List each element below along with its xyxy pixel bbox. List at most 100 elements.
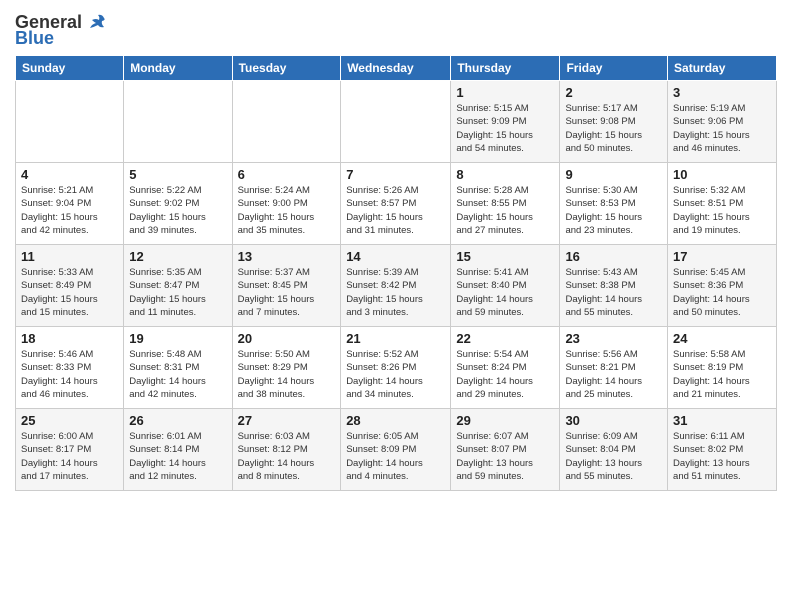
day-cell-6: 6 Sunrise: 5:24 AMSunset: 9:00 PMDaylight… bbox=[232, 163, 341, 245]
day-cell-18: 18 Sunrise: 5:46 AMSunset: 8:33 PMDayligh… bbox=[16, 327, 124, 409]
day-info: Sunrise: 5:37 AMSunset: 8:45 PMDaylight:… bbox=[238, 266, 336, 319]
day-info: Sunrise: 5:21 AMSunset: 9:04 PMDaylight:… bbox=[21, 184, 118, 237]
day-number: 24 bbox=[673, 331, 771, 346]
empty-cell bbox=[232, 81, 341, 163]
day-cell-4: 4 Sunrise: 5:21 AMSunset: 9:04 PMDaylight… bbox=[16, 163, 124, 245]
day-cell-25: 25Sunrise: 6:00 AMSunset: 8:17 PMDayligh… bbox=[16, 409, 124, 491]
weekday-header-saturday: Saturday bbox=[668, 56, 777, 81]
weekday-header-sunday: Sunday bbox=[16, 56, 124, 81]
weekday-header-friday: Friday bbox=[560, 56, 668, 81]
day-number: 3 bbox=[673, 85, 771, 100]
day-cell-8: 8 Sunrise: 5:28 AMSunset: 8:55 PMDaylight… bbox=[451, 163, 560, 245]
day-cell-16: 16Sunrise: 5:43 AMSunset: 8:38 PMDayligh… bbox=[560, 245, 668, 327]
day-info: Sunrise: 5:26 AMSunset: 8:57 PMDaylight:… bbox=[346, 184, 445, 237]
day-info: Sunrise: 5:35 AMSunset: 8:47 PMDaylight:… bbox=[129, 266, 226, 319]
weekday-header-row: SundayMondayTuesdayWednesdayThursdayFrid… bbox=[16, 56, 777, 81]
day-info: Sunrise: 5:45 AMSunset: 8:36 PMDaylight:… bbox=[673, 266, 771, 319]
day-number: 1 bbox=[456, 85, 554, 100]
day-number: 22 bbox=[456, 331, 554, 346]
day-number: 29 bbox=[456, 413, 554, 428]
day-info: Sunrise: 5:54 AMSunset: 8:24 PMDaylight:… bbox=[456, 348, 554, 401]
week-row-4: 18 Sunrise: 5:46 AMSunset: 8:33 PMDayligh… bbox=[16, 327, 777, 409]
day-number: 15 bbox=[456, 249, 554, 264]
day-number: 20 bbox=[238, 331, 336, 346]
day-info: Sunrise: 5:15 AMSunset: 9:09 PMDaylight:… bbox=[456, 102, 554, 155]
day-cell-28: 28Sunrise: 6:05 AMSunset: 8:09 PMDayligh… bbox=[341, 409, 451, 491]
day-number: 17 bbox=[673, 249, 771, 264]
day-cell-22: 22 Sunrise: 5:54 AMSunset: 8:24 PMDayligh… bbox=[451, 327, 560, 409]
day-info: Sunrise: 5:56 AMSunset: 8:21 PMDaylight:… bbox=[565, 348, 662, 401]
day-cell-19: 19 Sunrise: 5:48 AMSunset: 8:31 PMDayligh… bbox=[124, 327, 232, 409]
day-number: 2 bbox=[565, 85, 662, 100]
day-number: 13 bbox=[238, 249, 336, 264]
day-cell-30: 30 Sunrise: 6:09 AMSunset: 8:04 PMDayligh… bbox=[560, 409, 668, 491]
day-number: 26 bbox=[129, 413, 226, 428]
day-cell-13: 13 Sunrise: 5:37 AMSunset: 8:45 PMDayligh… bbox=[232, 245, 341, 327]
day-cell-31: 31 Sunrise: 6:11 AMSunset: 8:02 PMDayligh… bbox=[668, 409, 777, 491]
day-info: Sunrise: 5:46 AMSunset: 8:33 PMDaylight:… bbox=[21, 348, 118, 401]
day-info: Sunrise: 6:03 AMSunset: 8:12 PMDaylight:… bbox=[238, 430, 336, 483]
day-number: 31 bbox=[673, 413, 771, 428]
day-cell-29: 29 Sunrise: 6:07 AMSunset: 8:07 PMDayligh… bbox=[451, 409, 560, 491]
empty-cell bbox=[16, 81, 124, 163]
day-cell-1: 1 Sunrise: 5:15 AMSunset: 9:09 PMDaylight… bbox=[451, 81, 560, 163]
day-info: Sunrise: 5:28 AMSunset: 8:55 PMDaylight:… bbox=[456, 184, 554, 237]
day-number: 8 bbox=[456, 167, 554, 182]
day-cell-14: 14Sunrise: 5:39 AMSunset: 8:42 PMDayligh… bbox=[341, 245, 451, 327]
logo-bird-icon bbox=[84, 10, 108, 34]
week-row-2: 4 Sunrise: 5:21 AMSunset: 9:04 PMDaylight… bbox=[16, 163, 777, 245]
day-number: 16 bbox=[565, 249, 662, 264]
day-info: Sunrise: 5:48 AMSunset: 8:31 PMDaylight:… bbox=[129, 348, 226, 401]
day-info: Sunrise: 5:22 AMSunset: 9:02 PMDaylight:… bbox=[129, 184, 226, 237]
day-number: 27 bbox=[238, 413, 336, 428]
weekday-header-thursday: Thursday bbox=[451, 56, 560, 81]
day-number: 23 bbox=[565, 331, 662, 346]
weekday-header-tuesday: Tuesday bbox=[232, 56, 341, 81]
day-number: 12 bbox=[129, 249, 226, 264]
day-info: Sunrise: 6:01 AMSunset: 8:14 PMDaylight:… bbox=[129, 430, 226, 483]
day-cell-24: 24 Sunrise: 5:58 AMSunset: 8:19 PMDayligh… bbox=[668, 327, 777, 409]
day-info: Sunrise: 5:30 AMSunset: 8:53 PMDaylight:… bbox=[565, 184, 662, 237]
week-row-1: 1 Sunrise: 5:15 AMSunset: 9:09 PMDaylight… bbox=[16, 81, 777, 163]
day-cell-26: 26 Sunrise: 6:01 AMSunset: 8:14 PMDayligh… bbox=[124, 409, 232, 491]
empty-cell bbox=[124, 81, 232, 163]
day-cell-3: 3 Sunrise: 5:19 AMSunset: 9:06 PMDaylight… bbox=[668, 81, 777, 163]
weekday-header-monday: Monday bbox=[124, 56, 232, 81]
day-info: Sunrise: 5:33 AMSunset: 8:49 PMDaylight:… bbox=[21, 266, 118, 319]
day-info: Sunrise: 5:52 AMSunset: 8:26 PMDaylight:… bbox=[346, 348, 445, 401]
day-number: 9 bbox=[565, 167, 662, 182]
day-number: 28 bbox=[346, 413, 445, 428]
page-header: General Blue bbox=[15, 10, 777, 49]
day-info: Sunrise: 5:24 AMSunset: 9:00 PMDaylight:… bbox=[238, 184, 336, 237]
day-number: 5 bbox=[129, 167, 226, 182]
day-number: 4 bbox=[21, 167, 118, 182]
day-cell-15: 15 Sunrise: 5:41 AMSunset: 8:40 PMDayligh… bbox=[451, 245, 560, 327]
day-info: Sunrise: 5:32 AMSunset: 8:51 PMDaylight:… bbox=[673, 184, 771, 237]
day-cell-17: 17 Sunrise: 5:45 AMSunset: 8:36 PMDayligh… bbox=[668, 245, 777, 327]
day-cell-10: 10Sunrise: 5:32 AMSunset: 8:51 PMDayligh… bbox=[668, 163, 777, 245]
day-info: Sunrise: 6:11 AMSunset: 8:02 PMDaylight:… bbox=[673, 430, 771, 483]
day-number: 6 bbox=[238, 167, 336, 182]
day-info: Sunrise: 6:09 AMSunset: 8:04 PMDaylight:… bbox=[565, 430, 662, 483]
day-info: Sunrise: 5:41 AMSunset: 8:40 PMDaylight:… bbox=[456, 266, 554, 319]
day-number: 11 bbox=[21, 249, 118, 264]
day-info: Sunrise: 5:58 AMSunset: 8:19 PMDaylight:… bbox=[673, 348, 771, 401]
day-info: Sunrise: 6:00 AMSunset: 8:17 PMDaylight:… bbox=[21, 430, 118, 483]
day-cell-23: 23 Sunrise: 5:56 AMSunset: 8:21 PMDayligh… bbox=[560, 327, 668, 409]
day-number: 7 bbox=[346, 167, 445, 182]
day-info: Sunrise: 5:39 AMSunset: 8:42 PMDaylight:… bbox=[346, 266, 445, 319]
day-info: Sunrise: 6:07 AMSunset: 8:07 PMDaylight:… bbox=[456, 430, 554, 483]
day-cell-5: 5 Sunrise: 5:22 AMSunset: 9:02 PMDaylight… bbox=[124, 163, 232, 245]
day-number: 18 bbox=[21, 331, 118, 346]
weekday-header-wednesday: Wednesday bbox=[341, 56, 451, 81]
day-cell-20: 20Sunrise: 5:50 AMSunset: 8:29 PMDayligh… bbox=[232, 327, 341, 409]
day-cell-27: 27 Sunrise: 6:03 AMSunset: 8:12 PMDayligh… bbox=[232, 409, 341, 491]
day-number: 30 bbox=[565, 413, 662, 428]
calendar-table: SundayMondayTuesdayWednesdayThursdayFrid… bbox=[15, 55, 777, 491]
week-row-3: 11 Sunrise: 5:33 AMSunset: 8:49 PMDayligh… bbox=[16, 245, 777, 327]
empty-cell bbox=[341, 81, 451, 163]
day-cell-12: 12 Sunrise: 5:35 AMSunset: 8:47 PMDayligh… bbox=[124, 245, 232, 327]
day-info: Sunrise: 5:19 AMSunset: 9:06 PMDaylight:… bbox=[673, 102, 771, 155]
day-number: 19 bbox=[129, 331, 226, 346]
week-row-5: 25Sunrise: 6:00 AMSunset: 8:17 PMDayligh… bbox=[16, 409, 777, 491]
